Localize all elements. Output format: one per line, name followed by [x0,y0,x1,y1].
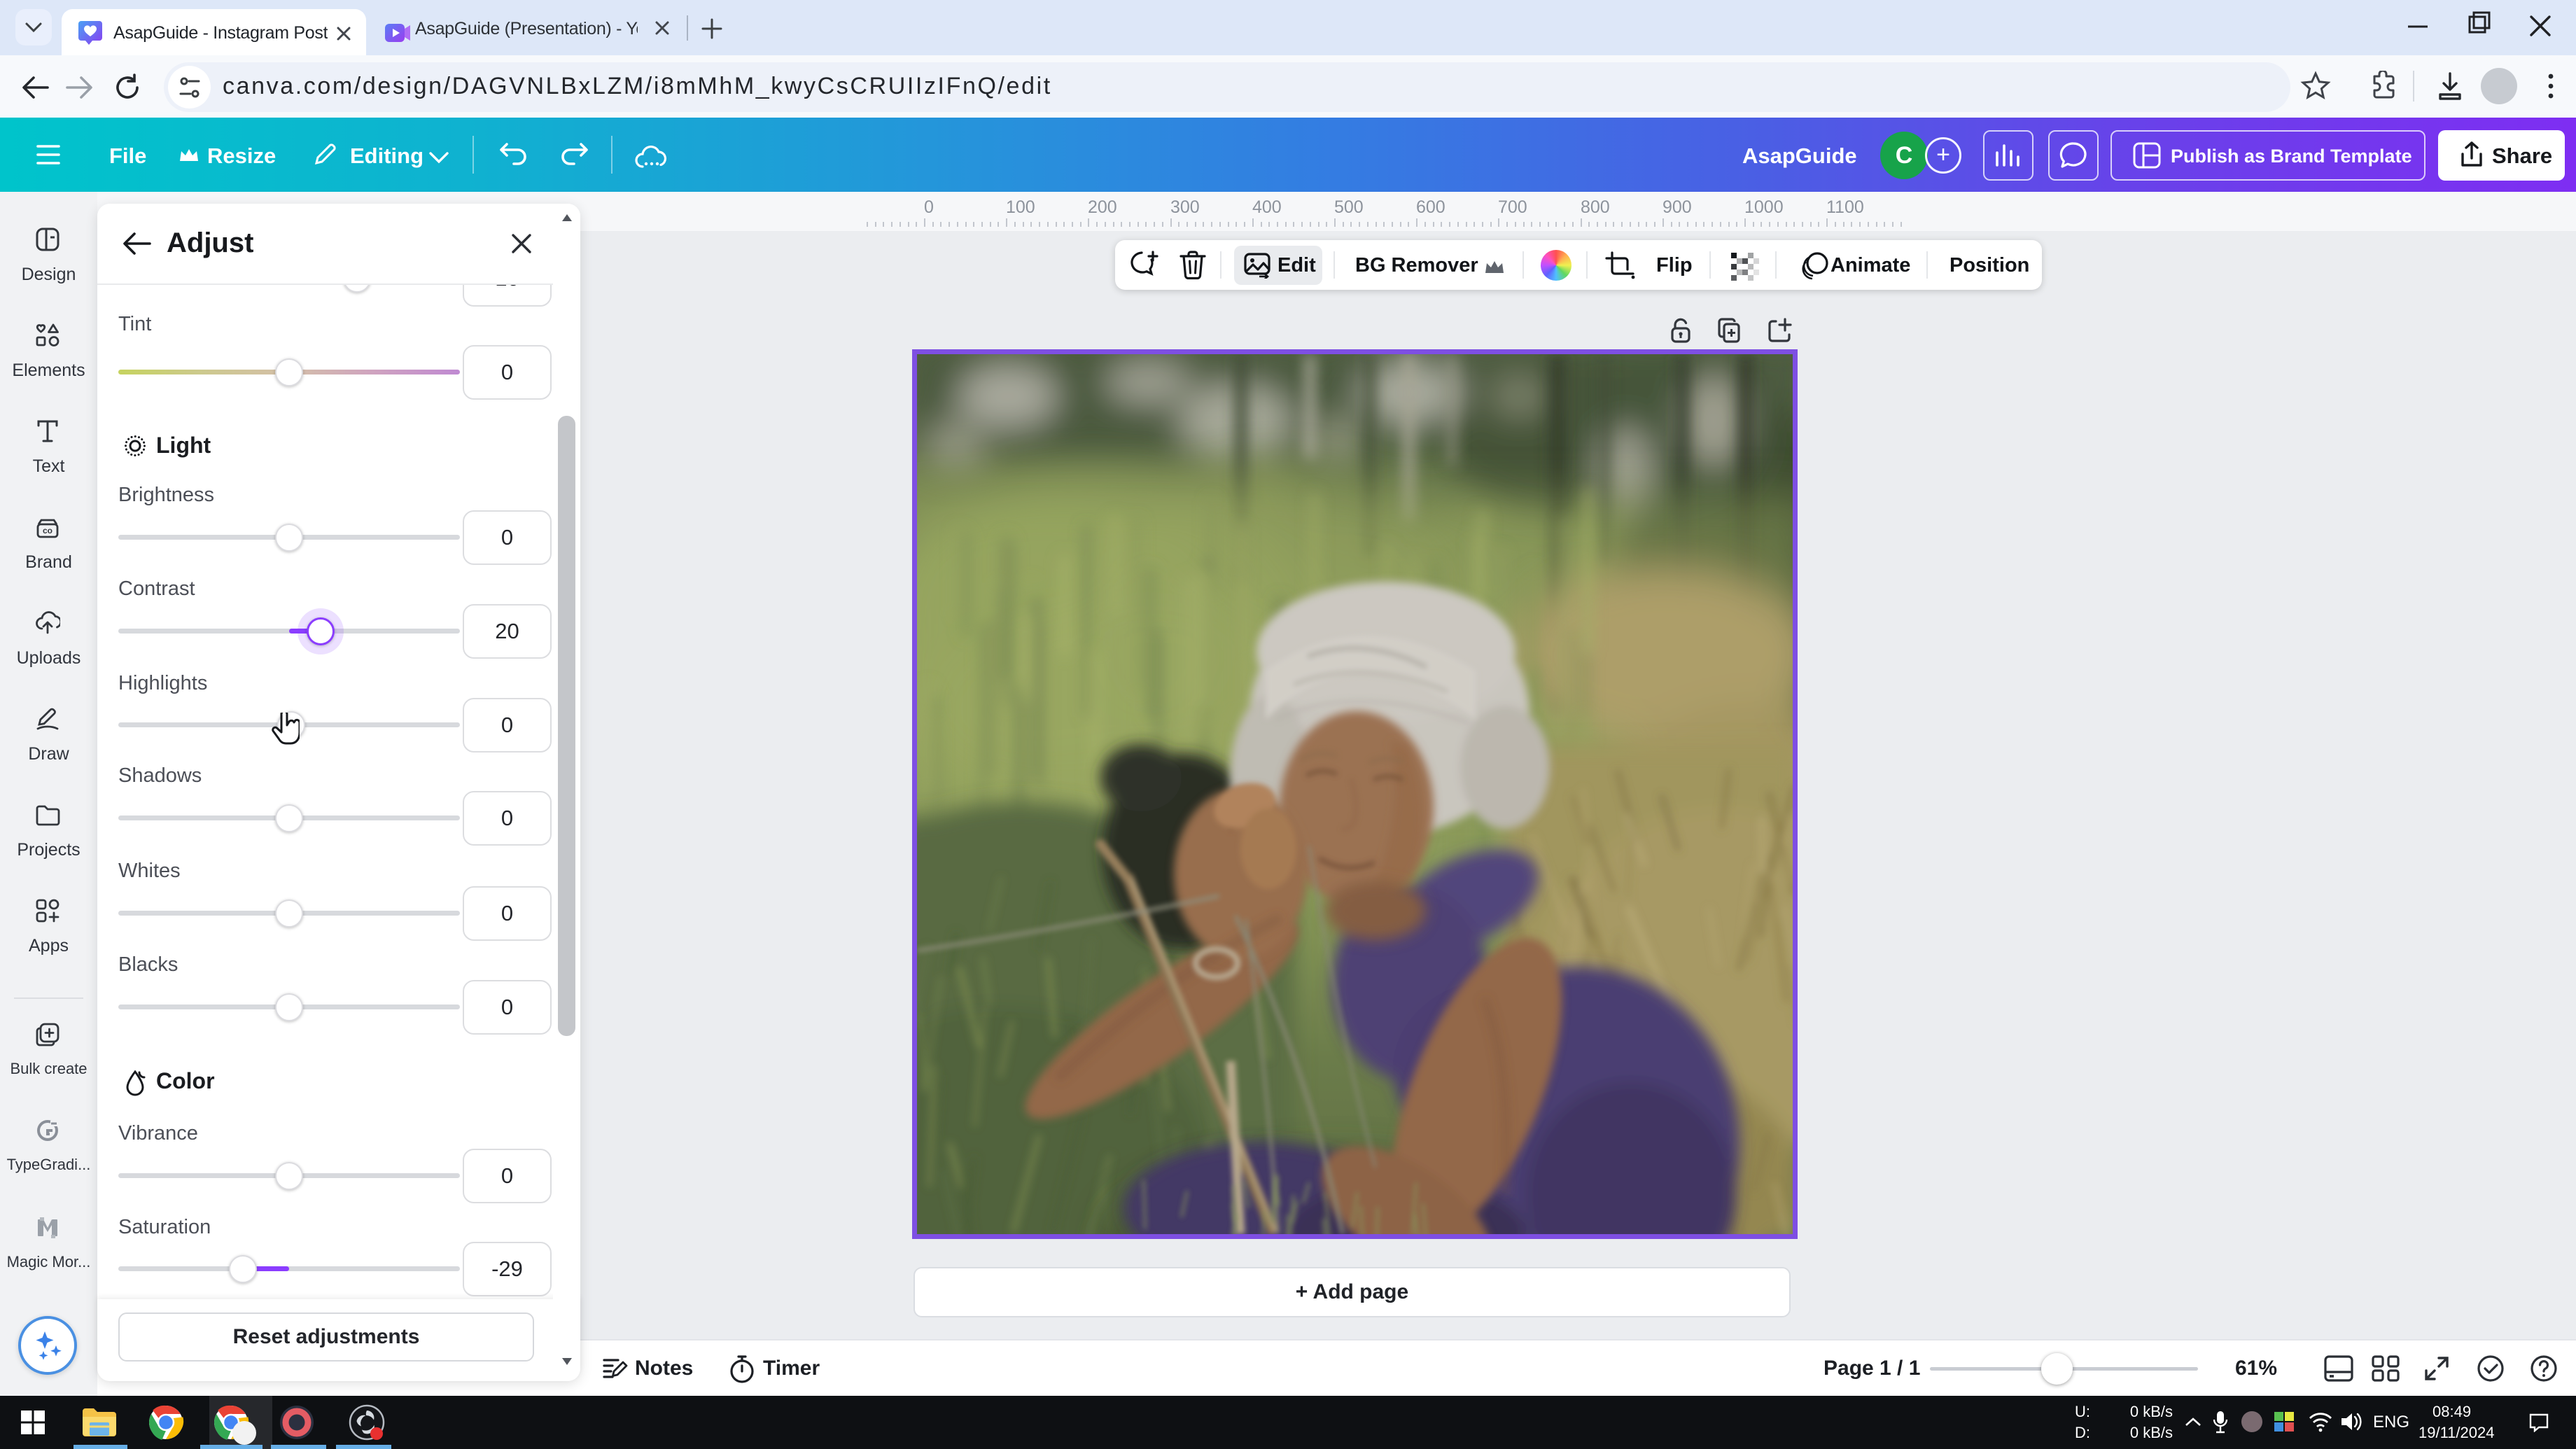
svg-text:co: co [43,526,52,536]
